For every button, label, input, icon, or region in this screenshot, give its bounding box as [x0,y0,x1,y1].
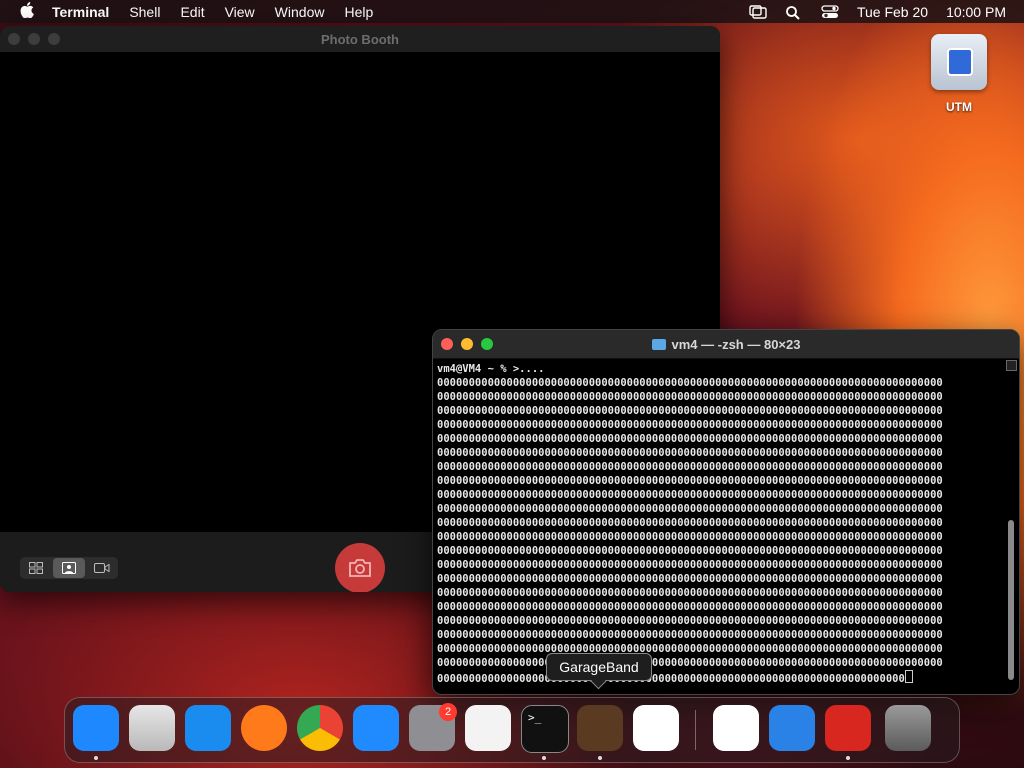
menu-app-name[interactable]: Terminal [52,4,109,20]
terminal-scrollbar[interactable] [1006,360,1017,690]
apple-menu-icon[interactable] [18,2,36,21]
terminal-output-line: 0000000000000000000000000000000000000000… [437,377,943,389]
terminal-output-line: 0000000000000000000000000000000000000000… [437,391,943,403]
terminal-output[interactable]: vm4@VM4 ~ % >.... 00000000000000000000000… [437,362,999,688]
terminal-last-line-text: 0000000000000000000000000000000000000000… [437,673,905,685]
terminal-output-line: 0000000000000000000000000000000000000000… [437,531,943,543]
terminal-output-line: 0000000000000000000000000000000000000000… [437,433,943,445]
running-indicator [598,756,602,760]
dock-firefox-icon[interactable] [241,705,287,751]
terminal-output-line: 0000000000000000000000000000000000000000… [437,601,943,613]
terminal-output-line: 0000000000000000000000000000000000000000… [437,629,943,641]
dock-tooltip: GarageBand [546,653,652,681]
terminal-title: vm4 — -zsh — 80×23 [671,336,801,352]
menu-shell[interactable]: Shell [129,4,160,20]
dock-system-settings-icon[interactable]: 2 [409,703,457,751]
video-camera-icon [94,563,110,573]
photo-booth-title: Photo Booth [321,31,399,47]
menu-date[interactable]: Tue Feb 20 [857,4,928,20]
dock-terminal-icon[interactable]: >_ [521,705,569,753]
terminal-prompt-line: vm4@VM4 ~ % >.... [437,363,545,375]
desktop-utm-disk[interactable]: UTM [926,34,992,114]
single-photo-mode-button[interactable] [53,558,85,578]
dock-visual-studio-icon[interactable] [713,705,759,751]
terminal-output-line: 0000000000000000000000000000000000000000… [437,503,943,515]
dock-separator [695,710,696,750]
dock-garageband-icon[interactable] [577,705,623,751]
disk-icon [931,34,987,90]
scrollbar-button-icon[interactable] [1006,360,1017,371]
dock-photo-booth-icon[interactable] [825,705,871,751]
take-photo-button[interactable] [335,543,385,592]
capture-mode-selector [20,557,118,579]
desktop-utm-label: UTM [946,100,972,114]
portrait-icon [62,562,76,574]
terminal-output-line: 0000000000000000000000000000000000000000… [437,559,943,571]
terminal-output-line: 0000000000000000000000000000000000000000… [437,489,943,501]
menu-time[interactable]: 10:00 PM [946,4,1006,20]
terminal-output-line: 0000000000000000000000000000000000000000… [437,447,943,459]
four-photos-mode-button[interactable] [20,557,52,579]
terminal-output-line: 0000000000000000000000000000000000000000… [437,475,943,487]
terminal-window: vm4 — -zsh — 80×23 vm4@VM4 ~ % >.... 0000… [432,329,1020,695]
spotlight-search-icon[interactable] [785,5,803,20]
terminal-titlebar[interactable]: vm4 — -zsh — 80×23 [433,330,1019,359]
menu-help[interactable]: Help [344,4,373,20]
dock-chrome-icon[interactable] [297,705,343,751]
control-center-icon[interactable] [821,4,839,19]
dock: 2 >_ [64,697,960,763]
dock-safari-icon[interactable] [185,705,231,751]
running-indicator [94,756,98,760]
camera-icon [349,559,371,577]
menu-window[interactable]: Window [275,4,325,20]
terminal-output-line: 0000000000000000000000000000000000000000… [437,419,943,431]
grid-icon [29,562,43,574]
dock-vs-code-icon[interactable] [633,705,679,751]
terminal-output-line: 0000000000000000000000000000000000000000… [437,657,943,669]
terminal-output-line: 0000000000000000000000000000000000000000… [437,573,943,585]
terminal-output-line: 0000000000000000000000000000000000000000… [437,587,943,599]
notification-badge: 2 [439,703,457,721]
terminal-output-line: 0000000000000000000000000000000000000000… [437,461,943,473]
terminal-output-line: 0000000000000000000000000000000000000000… [437,517,943,529]
dock-trash-icon[interactable] [885,705,931,751]
photo-booth-titlebar[interactable]: Photo Booth [0,26,720,52]
text-cursor [904,670,913,683]
running-indicator [846,756,850,760]
terminal-last-line: 0000000000000000000000000000000000000000… [437,670,999,686]
menu-bar: Terminal Shell Edit View Window Help Tue… [0,0,1024,23]
stage-manager-icon[interactable] [749,4,767,19]
folder-icon [651,338,666,350]
scrollbar-thumb[interactable] [1008,520,1014,680]
dock-weather-icon[interactable] [769,705,815,751]
video-mode-button[interactable] [86,557,118,579]
dock-textedit-icon[interactable] [465,705,511,751]
terminal-output-line: 0000000000000000000000000000000000000000… [437,615,943,627]
menu-edit[interactable]: Edit [180,4,204,20]
terminal-output-line: 0000000000000000000000000000000000000000… [437,643,943,655]
running-indicator [542,756,546,760]
terminal-output-line: 0000000000000000000000000000000000000000… [437,545,943,557]
menu-view[interactable]: View [225,4,255,20]
dock-app-store-icon[interactable] [353,705,399,751]
dock-finder-icon[interactable] [73,705,119,751]
terminal-output-line: 0000000000000000000000000000000000000000… [437,405,943,417]
dock-launchpad-icon[interactable] [129,705,175,751]
